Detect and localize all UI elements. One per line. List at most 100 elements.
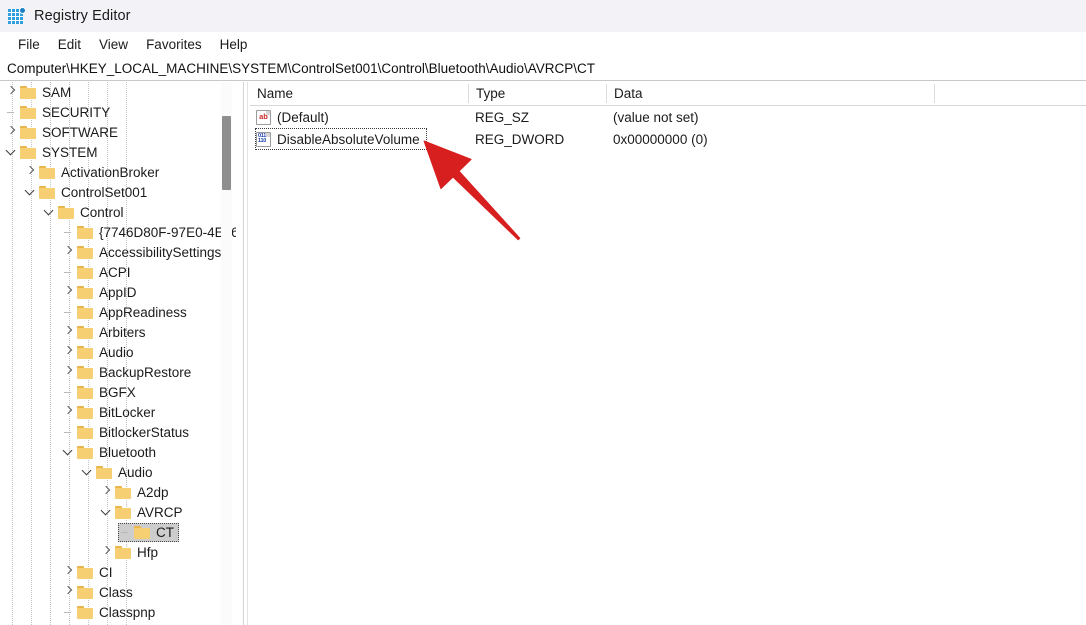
tree-item-hit[interactable]: ControlSet001: [23, 183, 152, 202]
tree-item-label: {7746D80F-97E0-4E26-: [99, 224, 236, 240]
column-header-name[interactable]: Name: [250, 82, 468, 105]
tree-item-appreadiness[interactable]: AppReadiness: [0, 302, 232, 322]
tree-item-audio[interactable]: Audio: [0, 342, 232, 362]
tree-item-7746d80f-97e0-4e26[interactable]: {7746D80F-97E0-4E26-: [0, 222, 236, 242]
tree-item-hit[interactable]: Audio: [80, 463, 158, 482]
tree-item-hit[interactable]: SYSTEM: [4, 143, 103, 162]
tree-item-bitlockerstatus[interactable]: BitlockerStatus: [0, 422, 232, 442]
column-separator-3[interactable]: [934, 84, 935, 103]
tree-item-acpi[interactable]: ACPI: [0, 262, 232, 282]
tree-item-arbiters[interactable]: Arbiters: [0, 322, 232, 342]
tree-item-class[interactable]: Class: [0, 582, 232, 602]
tree-item-software[interactable]: SOFTWARE: [0, 122, 232, 142]
tree-item-hit[interactable]: CI: [61, 563, 118, 582]
chevron-right-icon[interactable]: [61, 242, 77, 262]
tree-item-classpnp[interactable]: Classpnp: [0, 602, 232, 622]
tree-item-system[interactable]: SYSTEM: [0, 142, 232, 162]
tree-item-hit[interactable]: AppReadiness: [61, 303, 192, 322]
tree-item-hit[interactable]: BitLocker: [61, 403, 160, 422]
tree-line: [61, 382, 77, 402]
tree-item-hit[interactable]: ACPI: [61, 263, 136, 282]
tree-item-hit[interactable]: Control: [42, 203, 129, 222]
column-header-data[interactable]: Data: [607, 82, 934, 105]
tree-item-control[interactable]: Control: [0, 202, 232, 222]
tree-item-bitlocker[interactable]: BitLocker: [0, 402, 232, 422]
tree-item-hit[interactable]: A2dp: [99, 483, 174, 502]
chevron-right-icon[interactable]: [61, 582, 77, 602]
tree-item-activationbroker[interactable]: ActivationBroker: [0, 162, 232, 182]
menu-favorites[interactable]: Favorites: [137, 35, 211, 54]
chevron-down-icon[interactable]: [61, 442, 77, 462]
chevron-right-icon[interactable]: [61, 322, 77, 342]
chevron-right-icon[interactable]: [4, 82, 20, 102]
chevron-right-icon[interactable]: [23, 162, 39, 182]
tree-item-hit[interactable]: BGFX: [61, 383, 141, 402]
tree-item-hit[interactable]: Class: [61, 583, 138, 602]
tree-item-avrcp[interactable]: AVRCP: [0, 502, 232, 522]
chevron-right-icon[interactable]: [61, 342, 77, 362]
value-row[interactable]: 011 110 DisableAbsoluteVolume REG_DWORD 0x00…: [250, 128, 1086, 150]
chevron-right-icon[interactable]: [61, 282, 77, 302]
value-row[interactable]: ab (Default) REG_SZ (value not set): [250, 106, 1086, 128]
tree-item-hit[interactable]: AccessibilitySettings: [61, 243, 226, 262]
tree-item-ct[interactable]: CT: [0, 522, 232, 542]
address-bar[interactable]: Computer\HKEY_LOCAL_MACHINE\SYSTEM\Contr…: [0, 57, 1086, 81]
chevron-down-icon[interactable]: [23, 182, 39, 202]
tree-item-hit[interactable]: Hfp: [99, 543, 163, 562]
tree-item-hit[interactable]: Arbiters: [61, 323, 151, 342]
tree-item-accessibilitysettings[interactable]: AccessibilitySettings: [0, 242, 232, 262]
chevron-down-icon[interactable]: [99, 502, 115, 522]
tree-item-appid[interactable]: AppID: [0, 282, 232, 302]
tree-item-hit[interactable]: Audio: [61, 343, 139, 362]
tree-item-hit[interactable]: BackupRestore: [61, 363, 196, 382]
tree-item-ci[interactable]: CI: [0, 562, 232, 582]
tree-item-sam[interactable]: SAM: [0, 82, 232, 102]
registry-editor-window: Registry Editor File Edit View Favorites…: [0, 0, 1086, 625]
tree-item-hit[interactable]: SECURITY: [4, 103, 115, 122]
tree-item-hfp[interactable]: Hfp: [0, 542, 232, 562]
chevron-right-icon[interactable]: [61, 362, 77, 382]
tree-item-hit[interactable]: AppID: [61, 283, 142, 302]
tree-item-bgfx[interactable]: BGFX: [0, 382, 232, 402]
tree-item-hit[interactable]: SAM: [4, 83, 76, 102]
value-name-cell[interactable]: ab (Default): [250, 106, 335, 128]
tree-item-a2dp[interactable]: A2dp: [0, 482, 232, 502]
value-name-focus-box[interactable]: 011 110 DisableAbsoluteVolume: [255, 128, 427, 150]
values-column-headers: Name Type Data: [250, 82, 1086, 106]
value-type: REG_DWORD: [475, 131, 565, 147]
tree-item-hit[interactable]: BitlockerStatus: [61, 423, 194, 442]
value-name-focus-box[interactable]: ab (Default): [256, 107, 335, 127]
menu-file[interactable]: File: [9, 35, 49, 54]
chevron-down-icon[interactable]: [42, 202, 58, 222]
chevron-right-icon[interactable]: [99, 482, 115, 502]
tree-item-hit[interactable]: Bluetooth: [61, 443, 161, 462]
menu-help[interactable]: Help: [211, 35, 257, 54]
chevron-right-icon[interactable]: [99, 542, 115, 562]
tree-item-hit[interactable]: SOFTWARE: [4, 123, 123, 142]
chevron-right-icon[interactable]: [61, 402, 77, 422]
tree-item-hit[interactable]: Classpnp: [61, 603, 160, 622]
tree-item-security[interactable]: SECURITY: [0, 102, 232, 122]
tree-item-hit[interactable]: CT: [118, 522, 179, 542]
menu-view[interactable]: View: [90, 35, 137, 54]
tree-item-bluetooth[interactable]: Bluetooth: [0, 442, 232, 462]
value-name: DisableAbsoluteVolume: [277, 131, 420, 147]
tree-scrollbar-thumb[interactable]: [222, 116, 231, 190]
registry-values-pane[interactable]: Name Type Data ab (Default) REG_SZ (value n…: [250, 82, 1086, 625]
menu-edit[interactable]: Edit: [49, 35, 90, 54]
chevron-right-icon[interactable]: [4, 122, 20, 142]
column-header-type[interactable]: Type: [469, 82, 606, 105]
value-name-cell[interactable]: 011 110 DisableAbsoluteVolume: [250, 128, 427, 150]
tree-item-controlset001[interactable]: ControlSet001: [0, 182, 232, 202]
chevron-down-icon[interactable]: [4, 142, 20, 162]
pane-divider[interactable]: [243, 82, 244, 625]
chevron-down-icon[interactable]: [80, 462, 96, 482]
tree-item-backuprestore[interactable]: BackupRestore: [0, 362, 232, 382]
chevron-right-icon[interactable]: [61, 562, 77, 582]
tree-item-hit[interactable]: {7746D80F-97E0-4E26-: [61, 223, 236, 242]
registry-tree-pane[interactable]: SAM SECURITY SOFTWARE SYSTEM ActivationBroke…: [0, 82, 236, 625]
tree-item-hit[interactable]: ActivationBroker: [23, 163, 164, 182]
tree-item-audio[interactable]: Audio: [0, 462, 232, 482]
tree-vertical-scrollbar[interactable]: [221, 82, 232, 625]
tree-item-hit[interactable]: AVRCP: [99, 503, 188, 522]
